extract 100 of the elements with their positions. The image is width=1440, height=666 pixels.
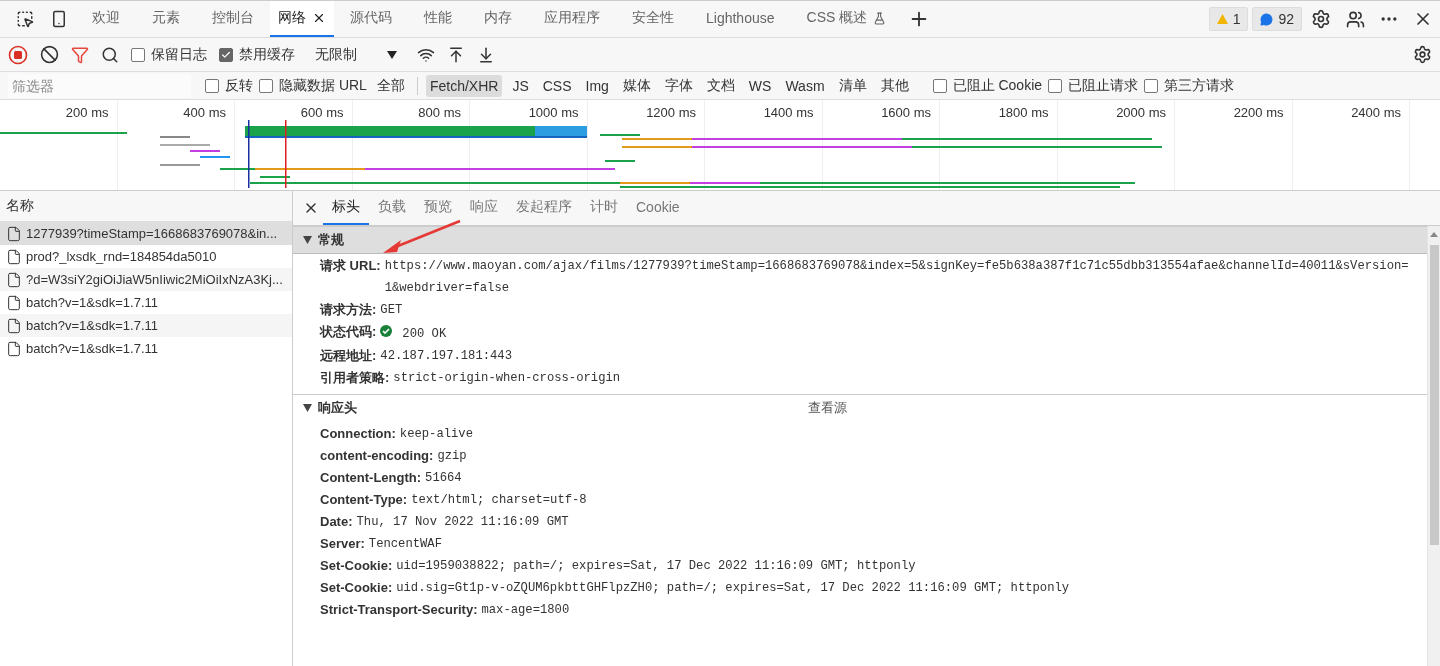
disclosure-triangle-icon[interactable] bbox=[303, 404, 312, 412]
header-value: gzip bbox=[437, 448, 467, 465]
detail-tab[interactable]: 计时 bbox=[581, 191, 627, 225]
type-filter[interactable]: CSS bbox=[538, 74, 576, 97]
request-row[interactable]: ?d=W3siY2giOiJiaW5nIiwic2MiOiIxNzA3Kj... bbox=[0, 268, 292, 291]
header-value: Thu, 17 Nov 2022 11:16:09 GMT bbox=[356, 514, 569, 531]
header-name: 状态代码: bbox=[320, 323, 377, 341]
panel-tab[interactable]: 性能 bbox=[408, 1, 468, 37]
checkbox[interactable]: 反转 bbox=[205, 76, 253, 95]
detail-tab[interactable]: 预览 bbox=[415, 191, 461, 225]
header-value: keep-alive bbox=[399, 426, 473, 443]
detail-tab[interactable]: 发起程序 bbox=[507, 191, 581, 225]
type-filter[interactable]: Fetch/XHR bbox=[425, 74, 503, 97]
header-value: 200 OK bbox=[402, 326, 447, 343]
header-value: max-age=1800 bbox=[481, 602, 570, 619]
warnings-badge[interactable]: 1 bbox=[1208, 7, 1249, 31]
type-filter[interactable]: Wasm bbox=[781, 74, 829, 97]
type-filter[interactable]: 字体 bbox=[660, 73, 697, 98]
request-row[interactable]: batch?v=1&sdk=1.7.11 bbox=[0, 314, 292, 337]
record-icon[interactable] bbox=[8, 44, 28, 65]
panel-tab[interactable]: 应用程序 bbox=[528, 1, 616, 37]
section-title[interactable]: 响应头 bbox=[318, 399, 357, 417]
request-row[interactable]: 1277939?timeStamp=1668683769078&in... bbox=[0, 222, 292, 245]
time-tick: 1400 ms bbox=[763, 105, 814, 120]
column-header[interactable]: 名称 bbox=[0, 191, 292, 222]
header-name: Server: bbox=[320, 535, 365, 553]
header-name: 远程地址: bbox=[320, 347, 377, 365]
detail-tab[interactable]: 负载 bbox=[369, 191, 415, 225]
detail-tab[interactable]: 响应 bbox=[461, 191, 507, 225]
header-name: Set-Cookie: bbox=[320, 579, 393, 597]
upload-icon[interactable] bbox=[447, 45, 465, 64]
header-name: content-encoding: bbox=[320, 447, 434, 465]
filter-icon[interactable] bbox=[71, 45, 89, 64]
filter-field[interactable]: 筛选器 bbox=[8, 73, 191, 98]
type-filter[interactable]: Img bbox=[581, 74, 613, 97]
file-icon bbox=[6, 225, 22, 242]
checkbox[interactable]: 第三方请求 bbox=[1144, 76, 1235, 95]
time-tick: 2400 ms bbox=[1351, 105, 1401, 120]
header-name: Strict-Transport-Security: bbox=[320, 601, 478, 619]
header-name: Connection: bbox=[320, 425, 396, 443]
time-tick: 1200 ms bbox=[646, 105, 696, 120]
close-icon[interactable] bbox=[312, 11, 326, 25]
file-icon bbox=[6, 317, 22, 334]
type-filter[interactable]: WS bbox=[744, 74, 776, 97]
time-tick: 1800 ms bbox=[998, 105, 1049, 120]
header-name: 请求方法: bbox=[320, 301, 377, 319]
file-icon bbox=[6, 248, 22, 265]
panel-tab[interactable]: 网络 bbox=[270, 1, 334, 37]
time-tick: 2200 ms bbox=[1233, 105, 1284, 120]
section-title[interactable]: 常规 bbox=[318, 231, 344, 249]
header-name: 请求 URL: bbox=[320, 257, 381, 275]
time-tick: 1600 ms bbox=[881, 105, 931, 120]
panel-tab[interactable]: 元素 bbox=[136, 1, 196, 37]
time-tick: 400 ms bbox=[183, 105, 226, 120]
throttling-select[interactable]: 无限制 bbox=[307, 45, 405, 64]
panel-tab[interactable]: 控制台 bbox=[196, 1, 270, 37]
panel-tab[interactable]: CSS 概述 bbox=[790, 1, 903, 37]
checkbox[interactable]: 已阻止请求 bbox=[1048, 76, 1139, 95]
messages-badge[interactable]: 92 bbox=[1252, 7, 1302, 31]
header-name: Set-Cookie: bbox=[320, 557, 393, 575]
view-source-link[interactable]: 查看源 bbox=[808, 399, 847, 417]
panel-tab[interactable]: 内存 bbox=[468, 1, 528, 37]
panel-tab[interactable]: 源代码 bbox=[334, 1, 408, 37]
panel-tab[interactable]: 安全性 bbox=[616, 1, 690, 37]
time-tick: 1000 ms bbox=[528, 105, 579, 120]
type-filter[interactable]: 媒体 bbox=[618, 73, 655, 98]
checkbox[interactable]: 禁用缓存 bbox=[219, 45, 295, 64]
detail-tab[interactable]: Cookie bbox=[627, 191, 689, 225]
download-icon[interactable] bbox=[477, 45, 495, 64]
checkbox[interactable]: 保留日志 bbox=[131, 45, 207, 64]
search-icon[interactable] bbox=[101, 45, 119, 64]
warning-icon bbox=[1216, 14, 1228, 24]
file-icon bbox=[6, 294, 22, 311]
type-filter[interactable]: 全部 bbox=[372, 73, 409, 98]
caret-icon bbox=[387, 50, 397, 59]
header-value: uid.sig=Gt1p-v-oZQUM6pkbttGHFlpzZH0; path=/; expires=Sat, 17 Dec 2022 11:16:09 GMT; httponly bbox=[396, 580, 1070, 597]
header-value: uid=1959038822; path=/; expires=Sat, 17 Dec 2022 11:16:09 GMT; httponly bbox=[396, 558, 916, 575]
check-icon bbox=[221, 49, 231, 60]
clear-icon[interactable] bbox=[40, 45, 59, 64]
type-filter[interactable]: 其他 bbox=[876, 73, 913, 98]
type-filter[interactable]: 清单 bbox=[834, 73, 871, 98]
header-name: Content-Length: bbox=[320, 469, 422, 487]
disclosure-triangle-icon[interactable] bbox=[303, 236, 312, 244]
checkbox[interactable]: 隐藏数据 URL bbox=[259, 76, 367, 95]
checkbox[interactable]: 已阻止 Cookie bbox=[932, 76, 1043, 95]
file-icon bbox=[6, 340, 22, 357]
header-value: 42.187.197.181:443 bbox=[380, 348, 512, 365]
scrollbar-thumb[interactable] bbox=[1429, 245, 1439, 545]
time-tick: 200 ms bbox=[65, 105, 109, 120]
panel-tab[interactable]: 欢迎 bbox=[76, 1, 136, 37]
time-tick: 800 ms bbox=[418, 105, 461, 120]
header-value: 51664 bbox=[425, 470, 462, 487]
type-filter[interactable]: JS bbox=[508, 74, 533, 97]
header-value: TencentWAF bbox=[368, 536, 442, 553]
panel-tab[interactable]: Lighthouse bbox=[690, 1, 791, 37]
header-value: text/html; charset=utf-8 bbox=[411, 492, 587, 509]
scroll-up-icon[interactable] bbox=[1430, 232, 1438, 237]
settings-icon[interactable] bbox=[1413, 45, 1432, 64]
file-icon bbox=[6, 271, 22, 288]
type-filter[interactable]: 文档 bbox=[702, 73, 739, 98]
